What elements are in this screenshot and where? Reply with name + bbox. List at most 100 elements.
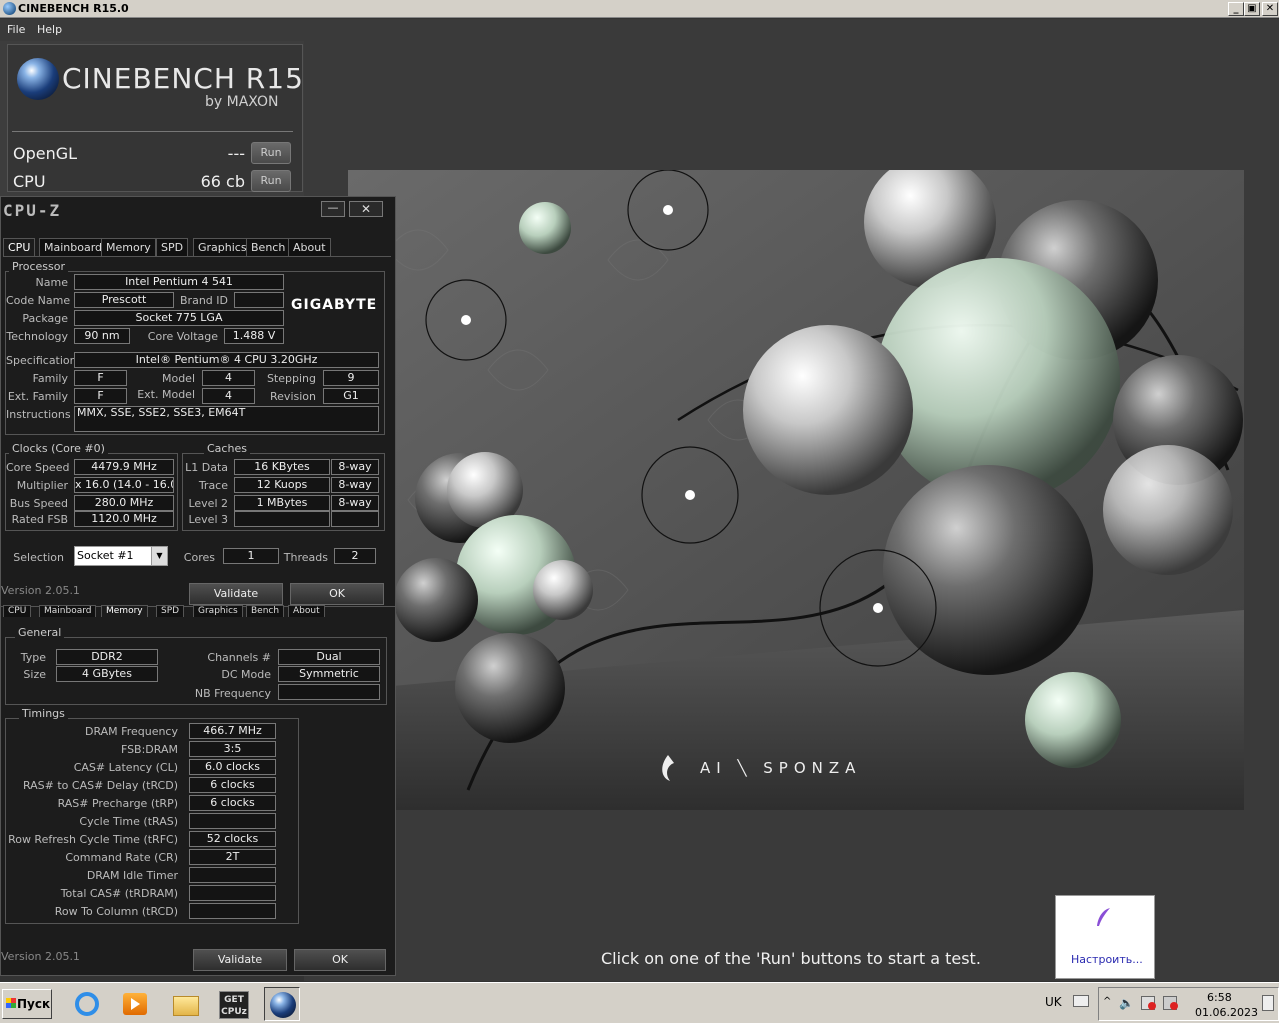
cache-l1-way: 8-way [331, 459, 379, 475]
keyboard-icon[interactable] [1073, 995, 1089, 1007]
volume-icon[interactable]: 🔈 [1119, 996, 1134, 1010]
cache-l3-way [331, 511, 379, 527]
internet-explorer-icon[interactable] [68, 987, 104, 1021]
multiplier-value: x 16.0 (14.0 - 16.0) [74, 477, 174, 493]
timing-value: 466.7 MHz [189, 723, 276, 739]
media-player-icon[interactable] [116, 987, 152, 1021]
mem-tab-bench[interactable]: Bench [246, 605, 285, 617]
show-hidden-icons-icon[interactable]: ^ [1103, 996, 1111, 1007]
cpuz-memory-window: CPU Mainboard Memory SPD Graphics Bench … [0, 605, 396, 976]
tab-bench[interactable]: Bench [246, 238, 291, 256]
show-desktop-icon[interactable] [1262, 995, 1274, 1011]
threads-value: 2 [334, 548, 376, 564]
tab-about[interactable]: About [288, 238, 331, 256]
maximize-button[interactable]: ▣ [1244, 2, 1260, 16]
timing-label: Row Refresh Cycle Time (tRFC) [8, 833, 178, 846]
family-value: F [74, 370, 127, 386]
system-tray: ^ 🔈 6:58 01.06.2023 [1098, 987, 1279, 1021]
clocks-group-title: Clocks (Core #0) [9, 442, 108, 455]
cache-l3-label: Level 3 [188, 513, 228, 526]
brandid-label: Brand ID [180, 294, 228, 307]
mem-tab-cpu[interactable]: CPU [3, 605, 32, 617]
mem-version-text: Version 2.05.1 [1, 950, 80, 963]
feather-icon [1097, 908, 1110, 926]
multiplier-label: Multiplier [16, 479, 68, 492]
clock-date[interactable]: 01.06.2023 [1195, 1006, 1258, 1019]
timing-label: RAS# to CAS# Delay (tRCD) [22, 779, 178, 792]
language-indicator[interactable]: UK [1045, 995, 1062, 1009]
timing-label: Command Rate (CR) [65, 851, 178, 864]
render-watermark: AI ╲ SPONZA [700, 759, 861, 777]
status-message: Click on one of the 'Run' buttons to sta… [601, 949, 981, 968]
channels-value: Dual [278, 649, 380, 665]
revision-label: Revision [270, 390, 316, 403]
caches-group-title: Caches [204, 442, 250, 455]
cinebench-taskbar-icon[interactable] [264, 987, 300, 1021]
codename-label: Code Name [6, 294, 71, 307]
cinebench-logo-icon [17, 58, 59, 100]
clock-time[interactable]: 6:58 [1207, 991, 1232, 1004]
timing-value [189, 885, 276, 901]
mem-ok-button[interactable]: OK [294, 949, 386, 971]
package-value: Socket 775 LGA [74, 310, 284, 326]
timing-value: 6.0 clocks [189, 759, 276, 775]
mem-tab-spd[interactable]: SPD [156, 605, 185, 617]
cpu-run-button[interactable]: Run [251, 170, 291, 192]
ok-button[interactable]: OK [290, 583, 384, 605]
notification-link[interactable]: Настроить... [1071, 953, 1143, 966]
cache-l2-label: Level 2 [188, 497, 228, 510]
network-icon[interactable] [1141, 996, 1156, 1010]
tab-divider [3, 256, 391, 257]
size-label: Size [23, 668, 46, 681]
minimize-button[interactable]: _ [1228, 2, 1244, 16]
opengl-run-button[interactable]: Run [251, 142, 291, 164]
start-button[interactable]: Пуск [2, 989, 52, 1019]
ratedfsb-value: 1120.0 MHz [74, 511, 174, 527]
mem-tab-mainboard[interactable]: Mainboard [39, 605, 97, 617]
mem-tab-about[interactable]: About [288, 605, 325, 617]
cpu-score: 66 cb [200, 172, 245, 191]
cpuz-close-button[interactable]: ✕ [349, 201, 383, 217]
tab-memory[interactable]: Memory [101, 238, 156, 256]
render-scene: AI ╲ SPONZA [348, 170, 1244, 810]
busspeed-value: 280.0 MHz [74, 495, 174, 511]
mem-validate-button[interactable]: Validate [193, 949, 287, 971]
threads-label: Threads [283, 551, 328, 564]
timing-value [189, 903, 276, 919]
type-label: Type [20, 651, 46, 664]
cpuz-minimize-button[interactable]: — [321, 201, 345, 217]
model-value: 4 [202, 370, 255, 386]
menu-help[interactable]: Help [37, 23, 62, 36]
type-value: DDR2 [56, 649, 158, 665]
menu-file[interactable]: File [7, 23, 25, 36]
taskbar: Пуск GET CPUz UK ^ 🔈 6:58 01.06.2023 [0, 982, 1279, 1023]
timing-label: Total CAS# (tRDRAM) [60, 887, 178, 900]
timing-label: FSB:DRAM [120, 743, 178, 756]
timing-label: DRAM Idle Timer [86, 869, 178, 882]
timing-value: 52 clocks [189, 831, 276, 847]
cpu-label: CPU [13, 172, 46, 191]
dcmode-value: Symmetric [278, 666, 380, 682]
dcmode-label: DC Mode [221, 668, 271, 681]
close-button[interactable]: ✕ [1262, 2, 1278, 16]
cpuz-taskbar-icon[interactable]: GET CPUz [215, 987, 251, 1021]
validate-button[interactable]: Validate [189, 583, 283, 605]
monitor-icon[interactable] [1163, 996, 1178, 1010]
stepping-label: Stepping [266, 372, 316, 385]
corevoltage-label: Core Voltage [147, 330, 218, 343]
mem-tab-graphics[interactable]: Graphics [193, 605, 243, 617]
chevron-down-icon[interactable]: ▼ [151, 547, 167, 565]
tab-graphics[interactable]: Graphics [193, 238, 252, 256]
separator [12, 131, 293, 132]
tab-spd[interactable]: SPD [156, 238, 189, 256]
tab-cpu[interactable]: CPU [3, 238, 36, 256]
tab-mainboard[interactable]: Mainboard [39, 238, 108, 256]
mem-tab-memory[interactable]: Memory [101, 605, 148, 617]
cinebench-logo-by: by MAXON [205, 94, 279, 110]
cinebench-app-icon [3, 2, 16, 15]
selection-dropdown[interactable]: Socket #1 ▼ [74, 546, 168, 566]
tray-notification[interactable]: Настроить... [1055, 895, 1155, 979]
specification-value: Intel® Pentium® 4 CPU 3.20GHz [74, 352, 379, 368]
size-value: 4 GBytes [56, 666, 158, 682]
folder-icon[interactable] [167, 987, 203, 1021]
